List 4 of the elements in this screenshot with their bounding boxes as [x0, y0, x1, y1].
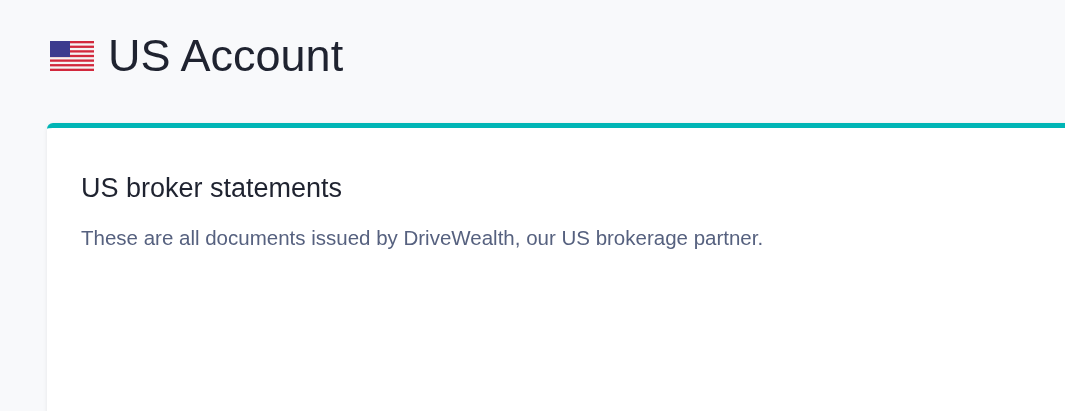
page-title: US Account [108, 29, 344, 83]
card-title: US broker statements [81, 172, 344, 205]
flag-icon [50, 41, 94, 71]
card-description: These are all documents issued by DriveWealth, our US brokerage partner. [81, 225, 765, 251]
